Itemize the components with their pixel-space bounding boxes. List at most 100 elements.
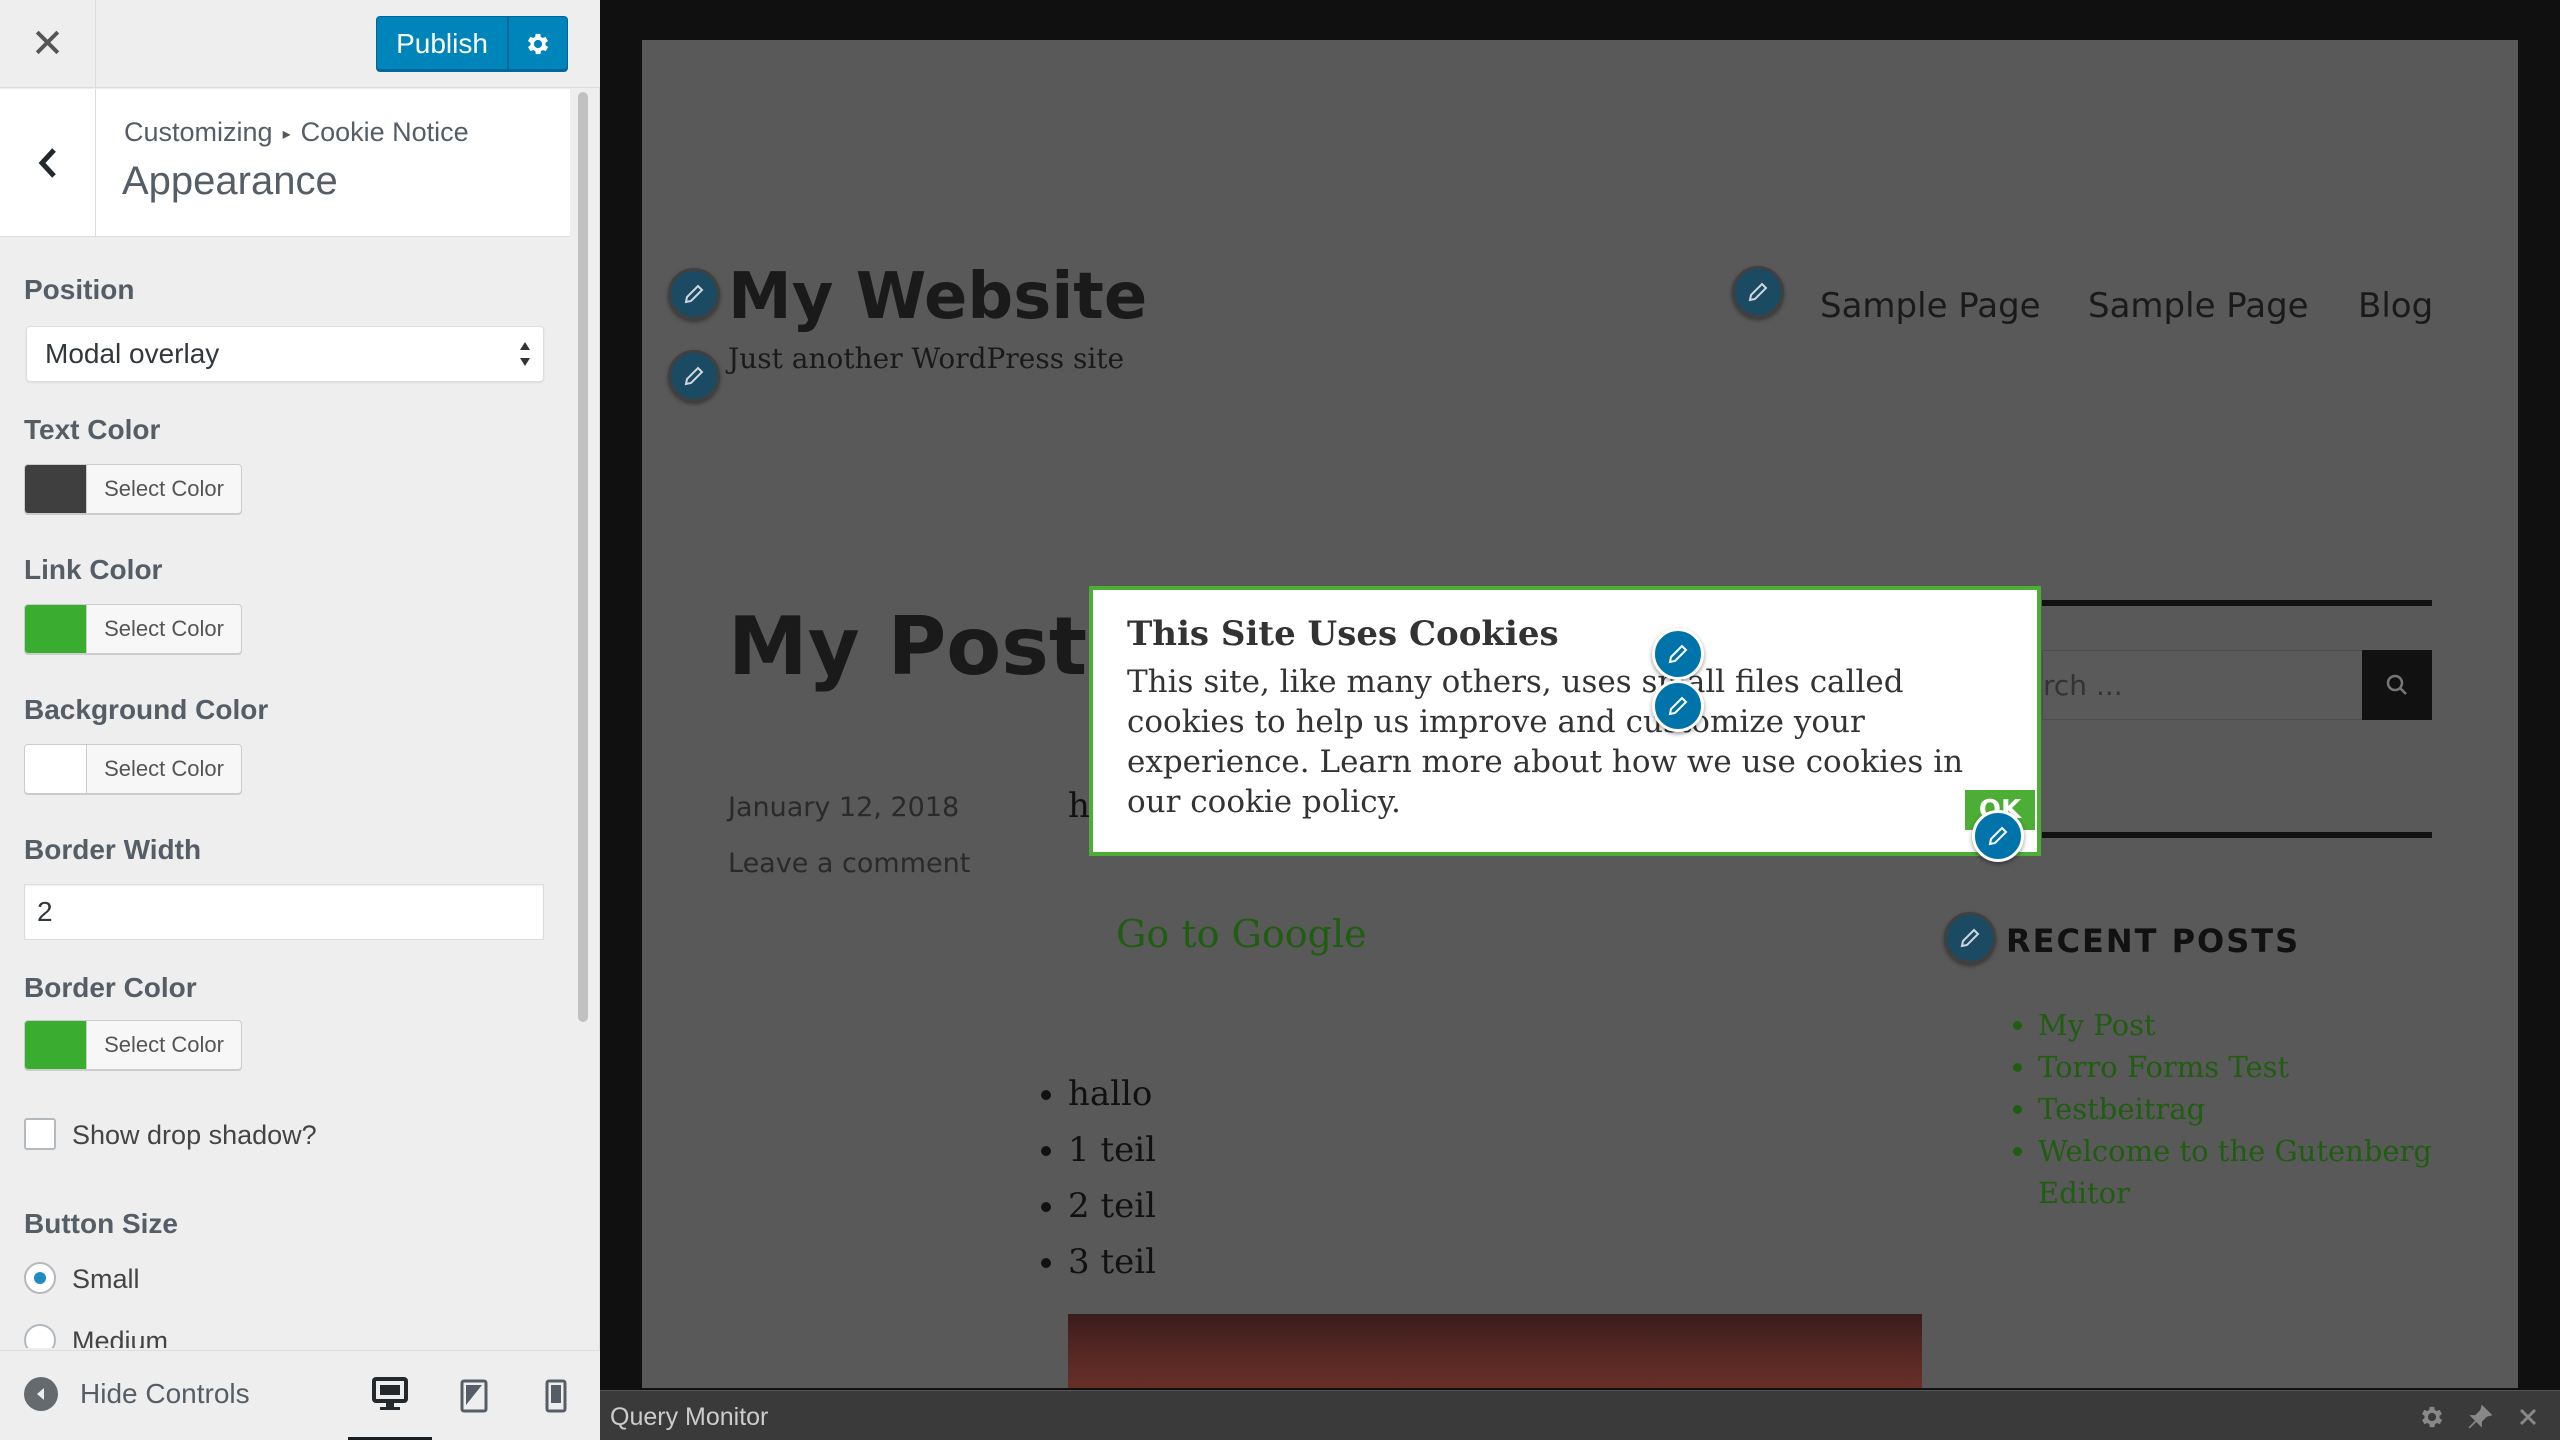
breadcrumb-separator: ▸: [282, 125, 291, 143]
pencil-icon: [1668, 696, 1688, 716]
button-size-small-label: Small: [72, 1264, 140, 1294]
cookie-button-edit-shortcut[interactable]: [1972, 810, 2024, 862]
link-color-label: Link Color: [24, 554, 163, 585]
pencil-icon: [684, 284, 704, 304]
position-select[interactable]: Modal overlay: [26, 326, 544, 382]
customizer-sidebar: ✕ Publish Customizing ▸ Cookie Notice Appe…: [0, 0, 600, 1440]
widget-divider: [2042, 832, 2432, 838]
section-title: Appearance: [122, 159, 338, 203]
search-input[interactable]: rch ...: [2042, 650, 2366, 720]
customizer-header: ✕ Publish: [0, 0, 600, 88]
border-color-picker[interactable]: Select Color: [24, 1020, 242, 1070]
desktop-icon: [372, 1377, 408, 1410]
hide-controls-button[interactable]: Hide Controls: [24, 1377, 250, 1411]
post-date[interactable]: January 12, 2018: [728, 792, 959, 823]
menu-edit-shortcut[interactable]: [1732, 266, 1784, 318]
background-color-picker[interactable]: Select Color: [24, 744, 242, 794]
recent-post-link[interactable]: Torro Forms Test: [2038, 1046, 2458, 1088]
search-icon: [2386, 674, 2407, 695]
background-color-label: Background Color: [24, 694, 269, 725]
preview-tablet-button[interactable]: [432, 1351, 516, 1440]
query-monitor-label[interactable]: Query Monitor: [610, 1403, 768, 1432]
background-color-swatch: [25, 745, 87, 793]
publish-settings-button[interactable]: [508, 16, 568, 72]
breadcrumb: Customizing ▸ Cookie Notice: [124, 117, 469, 148]
close-customizer-button[interactable]: ✕: [0, 0, 96, 88]
tablet-icon: [460, 1379, 488, 1413]
link-color-swatch: [25, 605, 87, 653]
site-title-edit-shortcut[interactable]: [668, 268, 720, 320]
nav-link-blog[interactable]: Blog: [2358, 286, 2433, 326]
close-icon: [2519, 1408, 2537, 1426]
list-item: 3 teil: [1068, 1242, 1156, 1298]
cookie-text-edit-shortcut[interactable]: [1652, 680, 1704, 732]
tagline-edit-shortcut[interactable]: [668, 350, 720, 402]
post-bullet-list: hallo 1 teil 2 teil 3 teil: [1068, 1074, 1156, 1298]
cookie-notice-text: This site, like many others, uses small …: [1127, 664, 1964, 820]
button-size-small-radio[interactable]: [24, 1262, 56, 1294]
text-color-select-label: Select Color: [104, 476, 224, 501]
post-image: [1068, 1314, 1922, 1388]
list-item: 2 teil: [1068, 1186, 1156, 1242]
list-item: 1 teil: [1068, 1130, 1156, 1186]
pencil-icon: [1748, 282, 1768, 302]
search-button[interactable]: [2362, 650, 2432, 720]
query-monitor-bar: Query Monitor: [600, 1390, 2560, 1440]
hide-controls-label: Hide Controls: [80, 1378, 250, 1409]
collapse-icon: [24, 1377, 58, 1411]
site-tagline: Just another WordPress site: [728, 342, 1125, 375]
post-title[interactable]: My Post: [728, 600, 1087, 693]
qm-pin-button[interactable]: [2464, 1401, 2496, 1433]
button-size-label: Button Size: [24, 1208, 178, 1239]
select-arrows-icon: [520, 342, 530, 366]
cookie-notice-modal: This Site Uses Cookies This site, like m…: [1089, 586, 2041, 856]
text-color-picker[interactable]: Select Color: [24, 464, 242, 514]
list-item: hallo: [1068, 1074, 1156, 1130]
drop-shadow-checkbox[interactable]: [24, 1118, 56, 1150]
border-color-label: Border Color: [24, 972, 197, 1003]
widget-divider: [2042, 600, 2432, 606]
site-title[interactable]: My Website: [728, 260, 1147, 334]
recent-posts-title: RECENT POSTS: [2006, 922, 2301, 960]
qm-close-button[interactable]: [2512, 1401, 2544, 1433]
recent-post-link[interactable]: Welcome to the Gutenberg Editor: [2038, 1130, 2458, 1214]
back-button[interactable]: [0, 89, 96, 237]
recent-post-link[interactable]: My Post: [2038, 1004, 2458, 1046]
controls-panel: Position Modal overlay Text Color Select…: [0, 238, 570, 1348]
pencil-icon: [1960, 928, 1980, 948]
recent-post-link[interactable]: Testbeitrag: [2038, 1088, 2458, 1130]
border-width-input[interactable]: 2: [24, 884, 544, 940]
breadcrumb-root: Customizing: [124, 117, 273, 147]
link-color-select-label: Select Color: [104, 616, 224, 641]
preview-desktop-button[interactable]: [348, 1351, 432, 1440]
pencil-icon: [1988, 826, 2008, 846]
pin-icon: [2468, 1404, 2493, 1429]
post-content-partial: h: [1068, 786, 1090, 826]
scrollbar-thumb[interactable]: [578, 92, 588, 1022]
publish-button[interactable]: Publish: [376, 16, 508, 72]
button-size-medium-radio[interactable]: [24, 1324, 56, 1348]
leave-comment-link[interactable]: Leave a comment: [728, 848, 970, 879]
gear-icon: [2421, 1406, 2443, 1428]
text-color-label: Text Color: [24, 414, 161, 445]
site-preview: My Website Just another WordPress site S…: [642, 40, 2518, 1388]
cookie-title-edit-shortcut[interactable]: [1652, 628, 1704, 680]
pencil-icon: [684, 366, 704, 386]
recent-posts-edit-shortcut[interactable]: [1944, 912, 1996, 964]
gear-icon: [527, 33, 549, 55]
border-color-select-label: Select Color: [104, 1032, 224, 1057]
go-to-google-link[interactable]: Go to Google: [1116, 912, 1367, 956]
preview-mobile-button[interactable]: [514, 1351, 598, 1440]
qm-settings-button[interactable]: [2416, 1401, 2448, 1433]
border-width-label: Border Width: [24, 834, 202, 865]
nav-link-sample-page-2[interactable]: Sample Page: [2088, 286, 2309, 326]
button-size-medium-label: Medium: [72, 1326, 169, 1348]
border-color-swatch: [25, 1021, 87, 1069]
position-select-value: Modal overlay: [45, 338, 220, 369]
sidebar-scrollbar[interactable]: [574, 92, 592, 1027]
mobile-icon: [545, 1379, 567, 1413]
nav-link-sample-page[interactable]: Sample Page: [1820, 286, 2041, 326]
link-color-picker[interactable]: Select Color: [24, 604, 242, 654]
section-header: Customizing ▸ Cookie Notice Appearance: [0, 89, 570, 237]
close-icon: ✕: [30, 22, 65, 66]
